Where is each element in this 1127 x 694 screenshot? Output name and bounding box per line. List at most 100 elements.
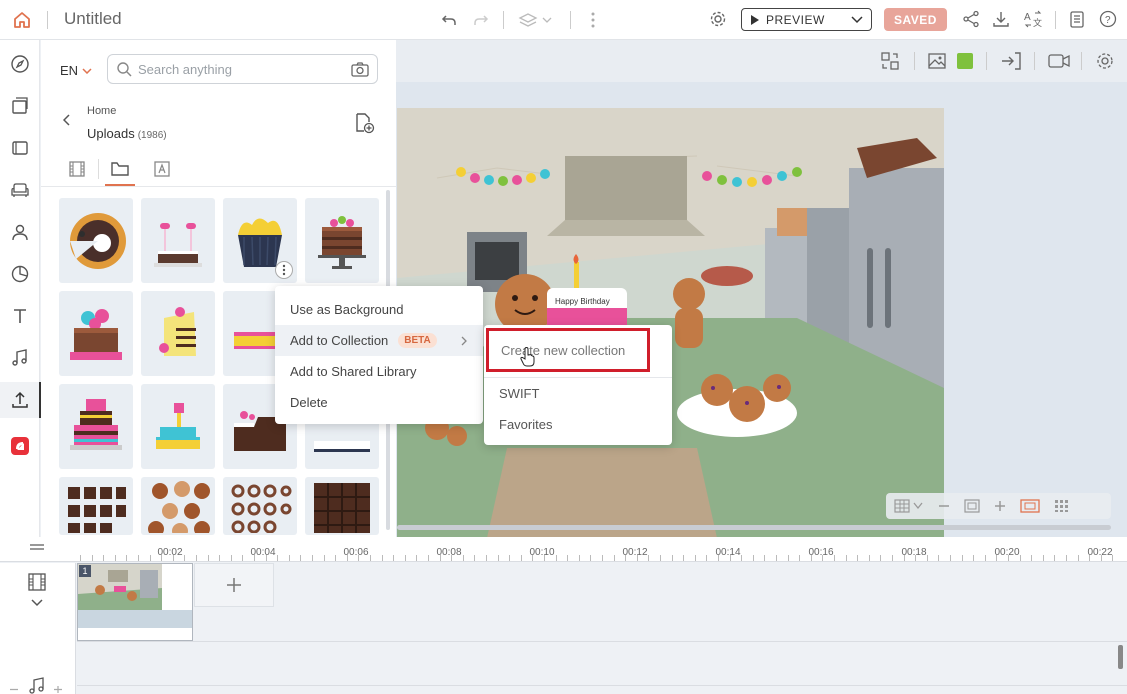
asset-tabs <box>56 152 183 186</box>
zoom-in-icon[interactable] <box>994 500 1006 512</box>
translate-icon[interactable]: A文 <box>1022 8 1044 30</box>
undo-icon[interactable] <box>438 9 460 31</box>
menu-add-to-collection[interactable]: Add to Collection BETA <box>275 325 483 356</box>
aspect-ratio-icon[interactable] <box>1020 499 1040 513</box>
asset-thumbnail[interactable] <box>141 291 215 376</box>
layers-icon[interactable] <box>516 9 554 31</box>
saved-button[interactable]: SAVED <box>884 8 947 31</box>
image-icon[interactable] <box>927 51 947 74</box>
asset-thumbnail[interactable] <box>59 477 133 535</box>
time-ruler[interactable]: 00:02 00:04 00:06 00:08 00:10 00:12 00:14 00:16… <box>0 537 1127 562</box>
scene-clip[interactable]: 1 <box>77 563 193 641</box>
ruler-tick-mark <box>346 555 348 561</box>
asset-thumbnail[interactable] <box>141 384 215 469</box>
timeline-tick-label: 00:16 <box>808 547 834 558</box>
ruler-tick-mark <box>868 555 870 561</box>
tab-videos[interactable] <box>56 152 98 186</box>
timeline-scrollbar[interactable] <box>1118 645 1123 669</box>
asset-thumbnail[interactable] <box>305 198 379 283</box>
rail-props[interactable] <box>0 172 40 208</box>
menu-add-to-shared-library[interactable]: Add to Shared Library <box>275 356 483 387</box>
download-icon[interactable] <box>990 8 1012 30</box>
rail-explore[interactable] <box>0 46 40 82</box>
create-new-collection[interactable]: Create new collection <box>486 328 650 372</box>
enter-transition-icon[interactable] <box>1000 51 1022 74</box>
camera-icon[interactable] <box>351 61 369 77</box>
menu-delete[interactable]: Delete <box>275 387 483 418</box>
scene-settings-icon[interactable] <box>1095 51 1115 74</box>
asset-thumbnail[interactable] <box>223 198 297 283</box>
rail-characters[interactable] <box>0 214 40 250</box>
ruler-tick-mark <box>567 555 569 561</box>
ruler-tick-mark <box>1112 555 1114 561</box>
ruler-tick-mark <box>230 555 232 561</box>
language-selector[interactable]: EN <box>60 63 92 78</box>
asset-thumbnail[interactable] <box>59 384 133 469</box>
play-icon <box>751 14 759 25</box>
ruler-tick-mark <box>335 555 337 561</box>
breadcrumb-home[interactable]: Home <box>87 105 116 117</box>
ruler-tick-mark <box>903 555 905 561</box>
ruler-tick-mark <box>486 555 487 561</box>
settings-gear-icon[interactable] <box>707 8 729 30</box>
search-input[interactable] <box>138 61 351 77</box>
chevron-down-icon[interactable] <box>31 599 43 607</box>
video-camera-icon[interactable] <box>1047 52 1071 73</box>
ruler-tick-mark <box>822 555 824 561</box>
rail-music[interactable] <box>0 340 40 376</box>
asset-thumbnail[interactable] <box>141 477 215 535</box>
asset-more-icon[interactable] <box>275 261 293 279</box>
project-title[interactable]: Untitled <box>64 9 122 29</box>
fit-screen-icon[interactable] <box>964 499 980 513</box>
redo-icon[interactable] <box>470 9 492 31</box>
divider <box>986 52 987 70</box>
ruler-tick-mark <box>1031 555 1033 561</box>
background-color-swatch[interactable] <box>957 53 973 69</box>
canvas-horizontal-scrollbar[interactable] <box>397 525 1111 530</box>
asset-thumbnail[interactable] <box>59 291 133 376</box>
ruler-tick-mark <box>254 555 255 561</box>
collection-swift[interactable]: SWIFT <box>484 378 672 408</box>
collection-favorites[interactable]: Favorites <box>484 409 672 439</box>
image-person-icon <box>154 161 170 177</box>
preview-button[interactable]: PREVIEW <box>741 8 872 31</box>
more-vertical-icon[interactable] <box>583 9 603 31</box>
drag-handle-icon[interactable] <box>29 543 45 551</box>
tab-folders[interactable] <box>99 152 141 186</box>
scenes-film-icon[interactable] <box>27 572 47 592</box>
ruler-tick-mark <box>312 555 313 561</box>
back-chevron-icon[interactable] <box>62 114 71 129</box>
swap-layout-icon[interactable] <box>880 51 900 74</box>
asset-thumbnail[interactable] <box>141 198 215 283</box>
text-icon <box>14 309 26 323</box>
grid-dots-icon[interactable] <box>1054 499 1070 513</box>
rail-brand[interactable] <box>0 428 40 464</box>
ruler-tick-mark <box>973 555 975 561</box>
asset-thumbnail[interactable] <box>59 198 133 283</box>
asset-thumbnail[interactable] <box>223 477 297 535</box>
menu-use-as-background[interactable]: Use as Background <box>275 294 483 325</box>
tab-brand-assets[interactable] <box>141 152 183 186</box>
home-icon[interactable] <box>10 8 34 32</box>
rail-text[interactable] <box>0 298 40 334</box>
grid-view-icon[interactable] <box>894 499 924 513</box>
rail-templates[interactable] <box>0 88 40 124</box>
add-scene-button[interactable] <box>194 563 274 607</box>
ruler-tick-mark <box>265 555 267 561</box>
rail-uploads[interactable] <box>0 382 41 418</box>
divider <box>47 11 48 29</box>
zoom-out-icon[interactable] <box>938 500 950 512</box>
rail-charts[interactable] <box>0 256 40 292</box>
asset-thumbnail[interactable] <box>305 477 379 535</box>
help-icon[interactable]: ? <box>1097 8 1119 30</box>
new-folder-icon[interactable] <box>353 112 375 137</box>
timeline-zoom-icon[interactable] <box>8 685 68 694</box>
rail-scenes[interactable] <box>0 130 40 166</box>
notes-icon[interactable] <box>1066 8 1088 30</box>
canvas-toolbar <box>396 40 1127 82</box>
ruler-tick-mark <box>1042 555 1044 561</box>
share-icon[interactable] <box>960 8 982 30</box>
ruler-tick-mark <box>776 555 777 561</box>
folder-icon <box>111 162 129 176</box>
ruler-tick-mark <box>474 555 476 561</box>
